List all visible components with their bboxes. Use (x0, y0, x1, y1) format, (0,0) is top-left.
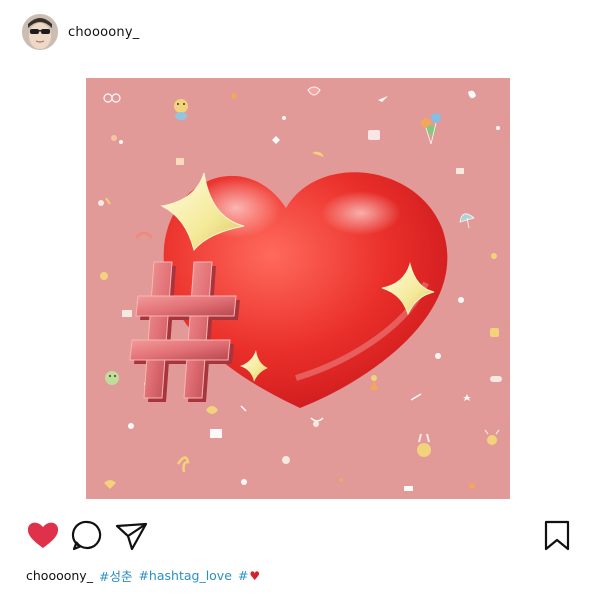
post-header: choooony_ (22, 13, 139, 51)
username[interactable]: choooony_ (68, 25, 139, 40)
share-button[interactable] (114, 518, 148, 552)
bookmark-icon (544, 520, 570, 551)
post-actions (24, 518, 576, 558)
hashtag-1[interactable]: #성춘 (99, 566, 132, 585)
hashtag-2[interactable]: #hashtag_love (138, 568, 231, 583)
save-button[interactable] (540, 518, 574, 552)
caption-username[interactable]: choooony_ (26, 568, 93, 583)
post-caption: choooony_ #성춘 #hashtag_love # ♥ (26, 566, 260, 585)
send-paper-plane-icon (115, 522, 148, 551)
post-image[interactable] (86, 78, 510, 499)
hashtag-3[interactable]: # (238, 568, 248, 583)
like-button[interactable] (26, 518, 60, 552)
instagram-post: choooony_ choooony_ #성춘 #hashtag_love # … (0, 0, 600, 600)
comment-bubble-icon (71, 520, 102, 551)
comment-button[interactable] (70, 518, 104, 552)
profile-avatar[interactable] (22, 14, 58, 50)
heart-filled-icon (27, 522, 59, 548)
heart-emoji-icon: ♥ (249, 568, 261, 583)
